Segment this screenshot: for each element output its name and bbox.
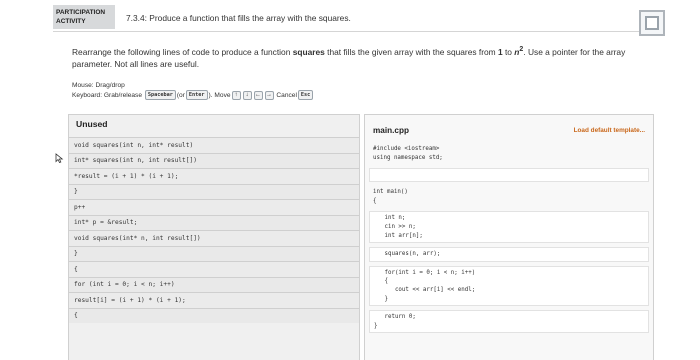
arrow-left-icon: ← xyxy=(253,90,263,100)
arrow-right-icon: → xyxy=(264,90,274,100)
code-line-draggable[interactable]: int* p = &result; xyxy=(69,214,359,230)
mouse-help: Mouse: Drag/drop xyxy=(72,81,125,89)
completion-check-icon xyxy=(639,10,665,36)
instructions-part2: that fills the given array with the squa… xyxy=(324,46,498,57)
instructions-part3: to xyxy=(502,46,515,57)
code-line-draggable[interactable]: { xyxy=(69,307,359,323)
unused-panel: Unused void squares(int n, int* result) … xyxy=(68,114,360,360)
code-block-main-decls: int n; cin >> n; int arr[n]; xyxy=(369,211,649,244)
completion-check-box xyxy=(645,16,659,30)
code-line-draggable[interactable]: void squares(int n, int* result) xyxy=(69,137,359,153)
keyboard-prefix: Keyboard: Grab/release xyxy=(72,91,143,99)
move-label: Move xyxy=(214,91,231,99)
main-cpp-panel: main.cpp Load default template... #inclu… xyxy=(364,114,654,360)
participation-activity-badge: PARTICIPATION ACTIVITY xyxy=(53,5,115,29)
drop-slot[interactable] xyxy=(369,168,649,183)
code-line-draggable[interactable]: } xyxy=(69,183,359,199)
fixed-code-block: int main() { xyxy=(373,189,408,204)
code-line-draggable[interactable]: for (int i = 0; i < n; i++) xyxy=(69,276,359,292)
instructions-part1: Rearrange the following lines of code to… xyxy=(72,46,293,57)
code-line-draggable[interactable]: p++ xyxy=(69,199,359,215)
cancel-label: Cancel xyxy=(276,91,297,99)
code-line-draggable[interactable]: { xyxy=(69,261,359,277)
code-block-call: squares(n, arr); xyxy=(369,247,649,262)
controls-help: Mouse: Drag/drop Keyboard: Grab/release … xyxy=(72,80,314,100)
function-name: squares xyxy=(292,46,325,57)
code-line-draggable[interactable]: result[i] = (i + 1) * (i + 1); xyxy=(69,292,359,308)
fixed-code-block: #include <iostream> using namespace std; xyxy=(373,146,443,161)
or-close: ). xyxy=(208,91,213,99)
or-open: (or xyxy=(176,91,185,99)
load-default-template-link[interactable]: Load default template... xyxy=(574,127,645,134)
code-line-draggable[interactable]: int* squares(int n, int result[]) xyxy=(69,152,359,168)
enter-key: Enter xyxy=(185,90,208,100)
arrow-up-icon: ↑ xyxy=(231,90,241,100)
code-line-draggable[interactable]: *result = (i + 1) * (i + 1); xyxy=(69,168,359,184)
spacebar-key: Spacebar xyxy=(144,90,176,100)
code-block-loop: for(int i = 0; i < n; i++) { cout << arr… xyxy=(369,265,649,307)
code-area: #include <iostream> using namespace std;… xyxy=(369,143,649,337)
instructions-text: Rearrange the following lines of code to… xyxy=(72,44,650,70)
arrow-down-icon: ↓ xyxy=(242,90,252,100)
file-name: main.cpp xyxy=(373,126,409,135)
keyboard-help: Keyboard: Grab/release Spacebar (or Ente… xyxy=(72,90,314,100)
unused-lines-list: void squares(int n, int* result) int* sq… xyxy=(69,137,359,323)
activity-header: PARTICIPATION ACTIVITY 7.3.4: Produce a … xyxy=(53,4,665,36)
activity-title: 7.3.4: Produce a function that fills the… xyxy=(126,13,351,23)
main-cpp-header: main.cpp Load default template... xyxy=(365,115,653,141)
code-block-return: return 0; } xyxy=(369,310,649,334)
esc-key: Esc xyxy=(297,90,314,100)
code-line-draggable[interactable]: void squares(int* n, int result[]) xyxy=(69,230,359,246)
code-line-draggable[interactable]: } xyxy=(69,245,359,261)
badge-line1: PARTICIPATION xyxy=(56,9,106,16)
mouse-cursor-icon xyxy=(55,153,64,163)
badge-line2: ACTIVITY xyxy=(56,18,86,25)
unused-title: Unused xyxy=(76,119,108,129)
